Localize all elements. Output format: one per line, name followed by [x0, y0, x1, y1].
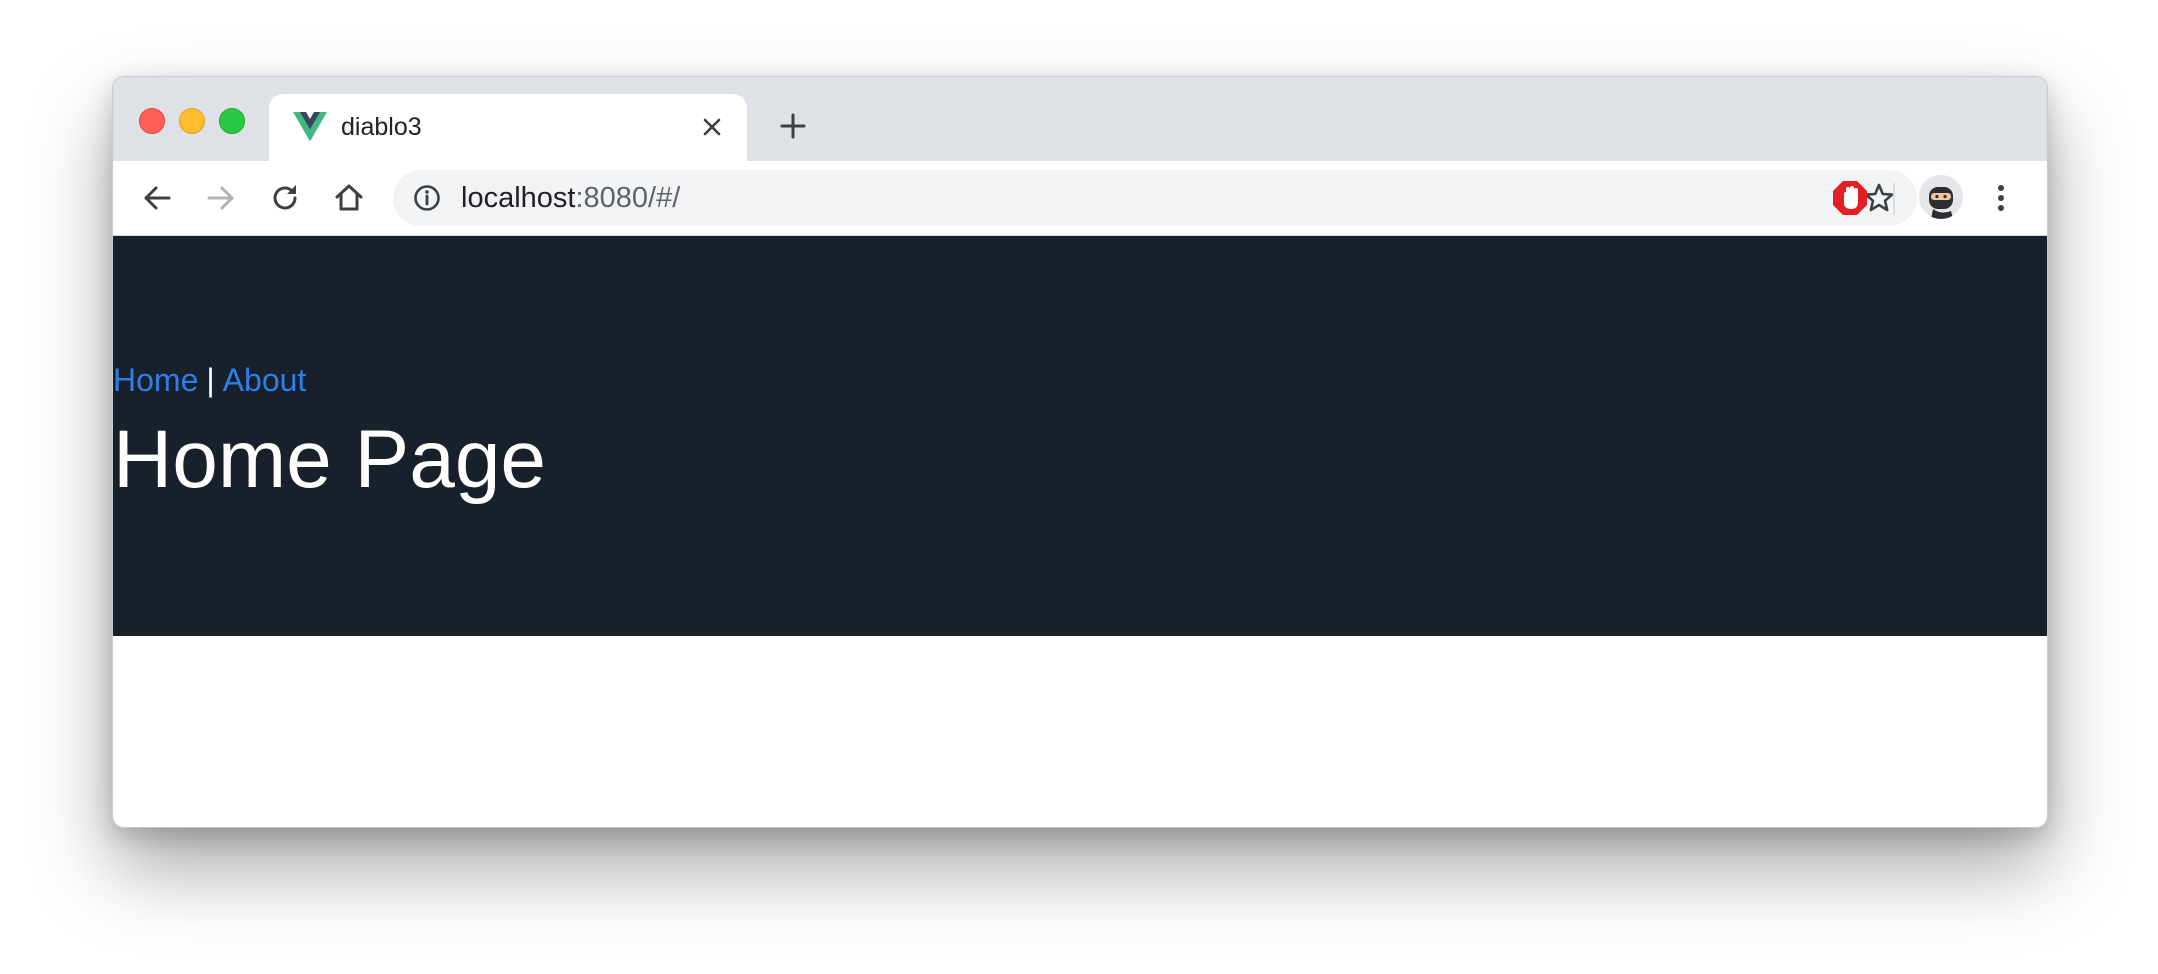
plus-icon	[780, 113, 806, 139]
tab-strip: diablo3	[113, 77, 2047, 161]
info-icon[interactable]	[413, 184, 441, 212]
home-icon	[335, 184, 363, 211]
nav-links: Home | About	[113, 360, 306, 400]
forward-button[interactable]	[201, 178, 241, 218]
page-title: Home Page	[113, 414, 547, 505]
vue-logo-icon	[293, 112, 327, 142]
url-path: :8080/#/	[575, 182, 681, 214]
arrow-left-icon	[144, 186, 171, 210]
arrow-right-icon	[207, 186, 234, 210]
ninja-avatar-icon	[1919, 175, 1963, 219]
address-bar[interactable]: localhost:8080/#/	[393, 170, 1917, 226]
close-icon[interactable]	[695, 110, 729, 144]
nav-link-home[interactable]: Home	[113, 362, 198, 398]
back-button[interactable]	[137, 178, 177, 218]
url-text[interactable]: localhost:8080/#/	[461, 182, 680, 214]
browser-menu-button[interactable]	[1981, 175, 2021, 221]
adblock-extension-button[interactable]	[1827, 175, 1873, 221]
reload-icon	[273, 185, 297, 210]
hero-section: Home | About Home Page	[113, 236, 2047, 636]
nav-separator: |	[206, 362, 215, 398]
window-close-button[interactable]	[139, 108, 165, 134]
toolbar-divider	[1893, 183, 1895, 215]
home-button[interactable]	[329, 178, 369, 218]
stop-hand-icon	[1833, 181, 1867, 215]
browser-toolbar: localhost:8080/#/	[113, 161, 2047, 236]
window-minimize-button[interactable]	[179, 108, 205, 134]
window-maximize-button[interactable]	[219, 108, 245, 134]
new-tab-button[interactable]	[773, 106, 813, 146]
tab-title: diablo3	[341, 113, 422, 141]
browser-window: diablo3 localhost:8080/#/ Home | About H…	[112, 76, 2048, 828]
profile-avatar[interactable]	[1919, 175, 1963, 219]
browser-tab[interactable]: diablo3	[269, 94, 747, 161]
nav-link-about[interactable]: About	[223, 362, 307, 398]
desktop-background: diablo3 localhost:8080/#/ Home | About H…	[0, 0, 2158, 974]
kebab-menu-icon	[1998, 185, 2004, 211]
url-host: localhost	[461, 182, 576, 214]
page-viewport: Home | About Home Page	[113, 236, 2047, 827]
reload-button[interactable]	[265, 178, 305, 218]
